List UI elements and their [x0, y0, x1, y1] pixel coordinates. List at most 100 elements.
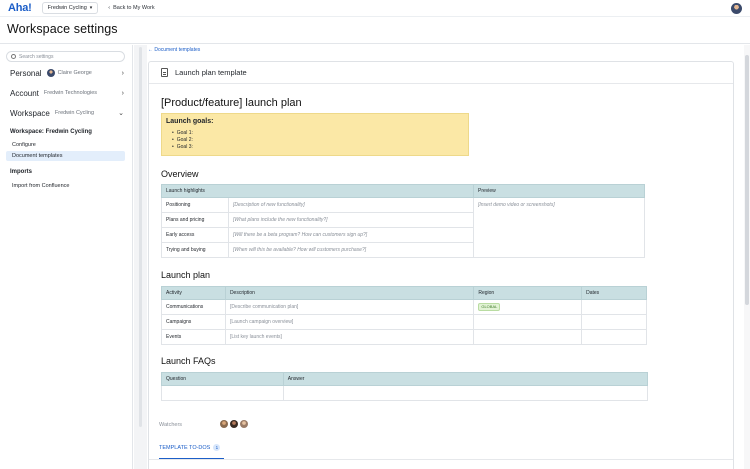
table-cell[interactable]: [When will this be available? How will c… [228, 242, 474, 258]
table-cell[interactable]: GLOBAL [473, 299, 583, 315]
tab-label: TEMPLATE TO-DOS [159, 444, 211, 451]
sidebar-item-label: Workspace [10, 108, 50, 118]
table-cell[interactable]: [Describe communication plan] [224, 299, 475, 315]
column-header: Activity [161, 286, 226, 300]
sidebar-scrollbar[interactable] [134, 45, 147, 469]
chevron-left-icon: ‹ [108, 5, 111, 11]
aha-logo[interactable]: Aha! [8, 2, 32, 14]
region-badge[interactable]: GLOBAL [478, 303, 501, 311]
workspace-section-heading: Workspace: Fredwin Cycling [10, 129, 92, 135]
table-header-row: Activity Description Region Dates [161, 286, 647, 300]
table-cell[interactable]: [Will there be a beta program? How can c… [228, 227, 474, 243]
user-avatar-icon [46, 69, 55, 77]
preview-cell[interactable]: [Insert demo video or screenshots] [473, 197, 645, 258]
table-cell[interactable]: [Description of new functionality] [228, 197, 474, 213]
user-avatar-icon[interactable] [731, 3, 742, 14]
sidebar-link-document-templates[interactable]: Document templates [6, 151, 125, 161]
account-switcher[interactable]: Fredwin Cycling ▾ [41, 2, 99, 14]
template-editor-card: Launch plan template [Product/feature] l… [148, 61, 734, 469]
sidebar-item-account[interactable]: Account Fredwin Technologies › [10, 86, 124, 100]
search-settings-input[interactable]: Search settings [6, 51, 125, 62]
back-to-document-templates-link[interactable]: ← Document templates [148, 47, 200, 53]
list-item: Goal 3: [172, 144, 193, 151]
launch-plan-table[interactable]: Activity Description Region Dates Commun… [161, 286, 647, 345]
table-cell[interactable] [473, 314, 583, 330]
table-cell[interactable]: Positioning [161, 197, 229, 213]
table-cell[interactable]: [What plans include the new functionalit… [228, 212, 474, 228]
table-header-row: Question Answer [161, 372, 649, 386]
sidebar-item-label: Personal [10, 68, 42, 78]
overview-heading: Overview [161, 169, 199, 179]
table-cell[interactable]: Events [161, 329, 226, 345]
sidebar-item-sublabel: Fredwin Technologies [43, 90, 98, 96]
imports-section-heading: Imports [10, 169, 33, 175]
table-header-row: Launch highlights Preview [161, 184, 645, 198]
document-icon [161, 68, 168, 77]
launch-goals-callout[interactable]: Launch goals: Goal 1: Goal 2: Goal 3: [161, 113, 469, 156]
launch-faqs-heading: Launch FAQs [161, 356, 216, 366]
sidebar-item-personal[interactable]: Personal Claire George › [10, 66, 124, 80]
tab-template-todos[interactable]: TEMPLATE TO-DOS 1 [159, 444, 221, 451]
chevron-right-icon: › [121, 69, 124, 77]
scrollbar-thumb[interactable] [139, 47, 142, 427]
column-header: Launch highlights [161, 184, 474, 198]
column-header: Answer [282, 372, 649, 386]
search-icon [11, 54, 16, 59]
account-name: Fredwin Cycling [47, 5, 87, 11]
watcher-avatar[interactable] [220, 420, 228, 428]
scrollbar-thumb[interactable] [745, 55, 749, 305]
sidebar-link-import-confluence[interactable]: Import from Confluence [6, 181, 125, 191]
launch-goals-title: Launch goals: [166, 118, 214, 125]
table-cell[interactable] [473, 329, 583, 345]
table-cell[interactable]: Early access [161, 227, 229, 243]
table-cell[interactable]: [Launch campaign overview] [224, 314, 475, 330]
todo-count-badge: 1 [213, 444, 221, 451]
list-item: Goal 2: [172, 137, 193, 144]
caret-down-icon: ▾ [89, 5, 93, 11]
watchers-label: Watchers [159, 422, 183, 428]
list-item: Goal 1: [172, 130, 193, 137]
column-header: Description [224, 286, 475, 300]
watcher-avatar[interactable] [240, 420, 248, 428]
launch-faqs-table[interactable]: Question Answer [161, 372, 649, 401]
column-header: Question [161, 372, 284, 386]
chevron-right-icon: › [121, 89, 124, 97]
card-header: Launch plan template [149, 62, 733, 84]
column-header: Preview [473, 184, 645, 198]
table-row[interactable] [161, 385, 649, 401]
overview-table[interactable]: Launch highlights Preview Positioning [D… [161, 184, 645, 258]
top-bar: Aha! Fredwin Cycling ▾ ‹ Back to My Work [0, 0, 750, 17]
table-row[interactable]: Campaigns [Launch campaign overview] [161, 314, 647, 330]
sidebar-item-workspace[interactable]: Workspace Fredwin Cycling ⌄ [10, 106, 124, 120]
launch-goals-list: Goal 1: Goal 2: Goal 3: [172, 130, 193, 151]
table-cell[interactable] [581, 314, 647, 330]
table-cell[interactable]: Campaigns [161, 314, 226, 330]
table-cell[interactable] [282, 385, 649, 401]
sidebar-link-configure[interactable]: Configure [6, 140, 125, 150]
table-row[interactable]: Events [List key launch events] [161, 329, 647, 345]
tabs-divider [149, 459, 733, 460]
sidebar-item-sub-text: Claire George [57, 70, 92, 76]
table-cell[interactable]: Communications [161, 299, 226, 315]
back-link-label: Back to My Work [113, 5, 155, 11]
watcher-avatar[interactable] [230, 420, 238, 428]
chevron-down-icon: ⌄ [118, 110, 124, 117]
column-header: Dates [581, 286, 647, 300]
sidebar-item-sublabel: Claire George [46, 69, 92, 77]
table-cell[interactable]: Trying and buying [161, 242, 229, 258]
template-name[interactable]: Launch plan template [175, 68, 247, 77]
table-cell[interactable] [581, 299, 647, 315]
page-title: Workspace settings [7, 22, 118, 36]
sidebar-item-sublabel: Fredwin Cycling [54, 110, 94, 116]
back-to-my-work-link[interactable]: ‹ Back to My Work [108, 5, 154, 11]
column-header: Region [473, 286, 583, 300]
document-title[interactable]: [Product/feature] launch plan [161, 97, 302, 109]
search-placeholder: Search settings [19, 53, 54, 60]
table-cell[interactable]: Plans and pricing [161, 212, 229, 228]
table-cell[interactable]: [List key launch events] [224, 329, 475, 345]
table-row[interactable]: Positioning [Description of new function… [161, 197, 645, 258]
table-cell[interactable] [161, 385, 284, 401]
table-row[interactable]: Communications [Describe communication p… [161, 299, 647, 315]
table-cell[interactable] [581, 329, 647, 345]
main-scrollbar[interactable] [744, 45, 750, 469]
